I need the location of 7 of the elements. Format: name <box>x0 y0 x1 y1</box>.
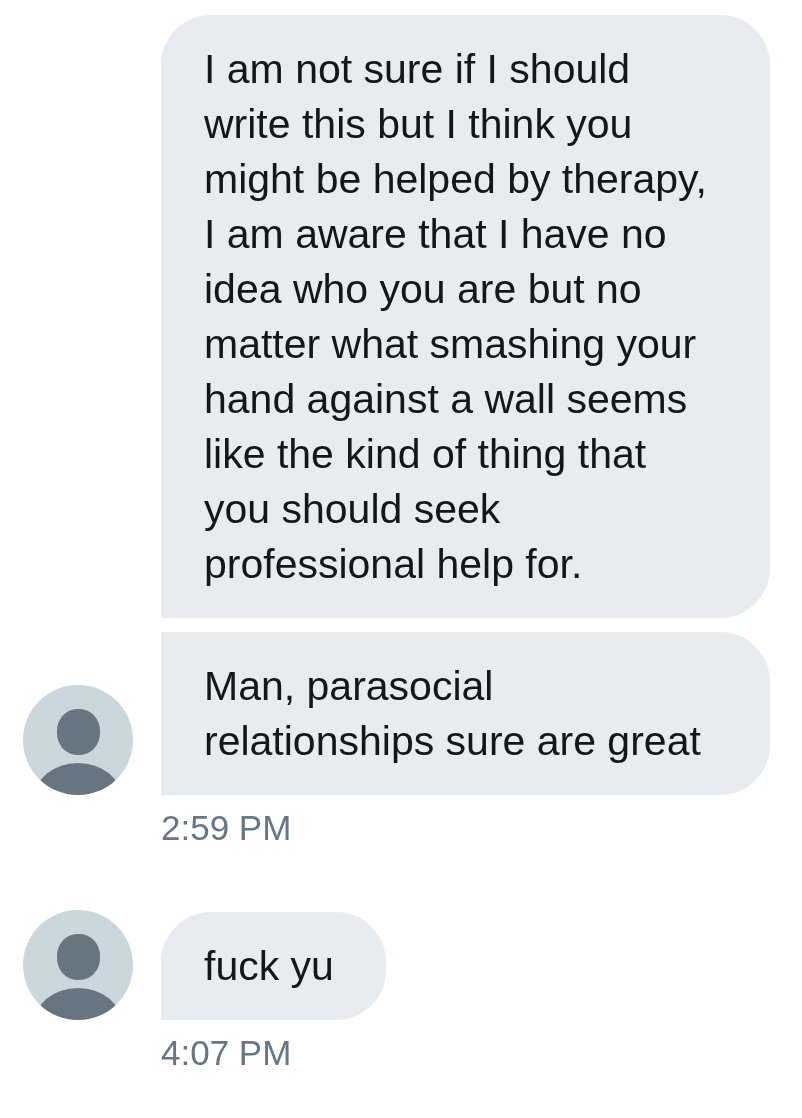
message-bubble: I am not sure if I should write this but I think you might be helped by therapy, I am aware that I have no idea who you are but no matter what smashing your hand against a wall seems like the kind of thing that you should seek professional help for. <box>161 15 770 618</box>
message-bubble: fuck yu <box>161 912 386 1020</box>
avatar-icon[interactable] <box>23 685 133 795</box>
message-timestamp: 4:07 PM <box>161 1033 292 1073</box>
message-timestamp: 2:59 PM <box>161 808 292 848</box>
message-bubble: Man, parasocial relationships sure are great <box>161 632 770 795</box>
avatar-icon[interactable] <box>23 910 133 1020</box>
